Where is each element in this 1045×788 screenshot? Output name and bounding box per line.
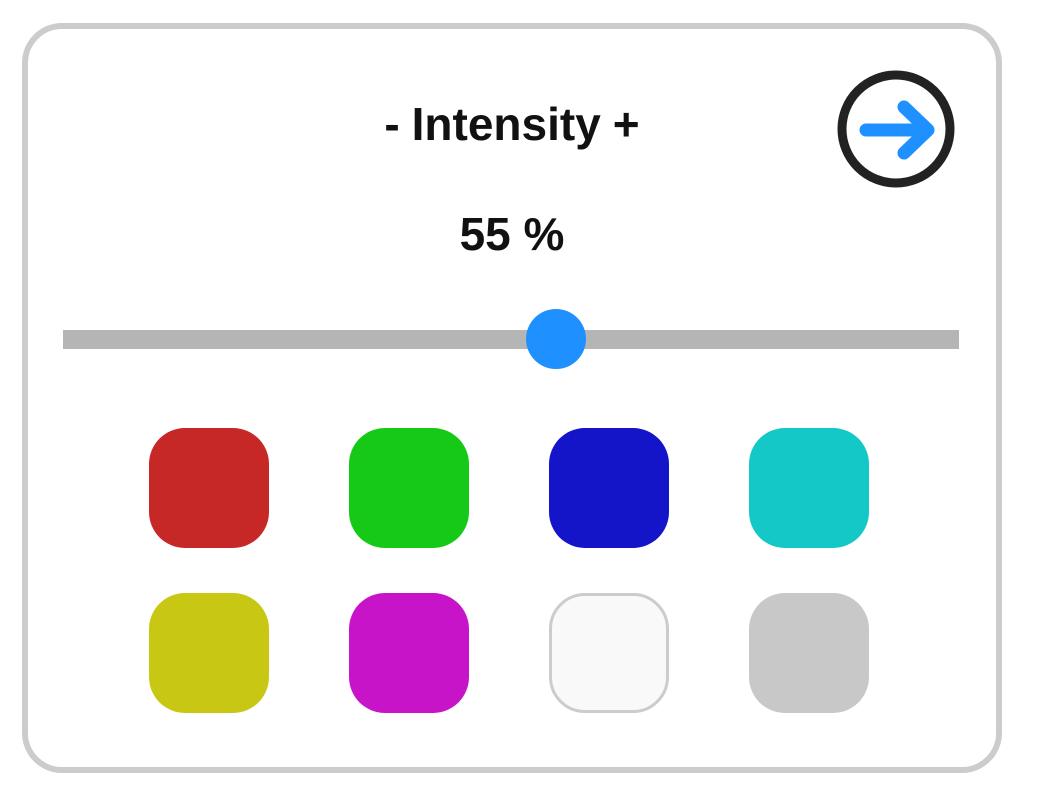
next-button[interactable] bbox=[836, 69, 956, 189]
slider-track[interactable] bbox=[63, 330, 959, 349]
color-swatch-gray[interactable] bbox=[749, 593, 869, 713]
slider-thumb[interactable] bbox=[525, 309, 586, 369]
decrease-intensity-button[interactable]: - bbox=[384, 101, 399, 147]
intensity-title: Intensity bbox=[411, 98, 601, 150]
color-swatch-yellow[interactable] bbox=[149, 593, 269, 713]
color-swatch-blue[interactable] bbox=[549, 428, 669, 548]
color-swatch-red[interactable] bbox=[149, 428, 269, 548]
arrow-right-circle-icon bbox=[837, 70, 955, 188]
color-swatch-green[interactable] bbox=[349, 428, 469, 548]
color-swatch-magenta[interactable] bbox=[349, 593, 469, 713]
color-swatch-cyan[interactable] bbox=[749, 428, 869, 548]
intensity-value: 55 % bbox=[459, 208, 565, 260]
color-swatch-grid bbox=[149, 428, 869, 713]
intensity-slider[interactable] bbox=[63, 309, 959, 369]
color-swatch-white[interactable] bbox=[549, 593, 669, 713]
intensity-panel: - Intensity + 55 % bbox=[22, 23, 1002, 773]
increase-intensity-button[interactable]: + bbox=[613, 101, 640, 147]
